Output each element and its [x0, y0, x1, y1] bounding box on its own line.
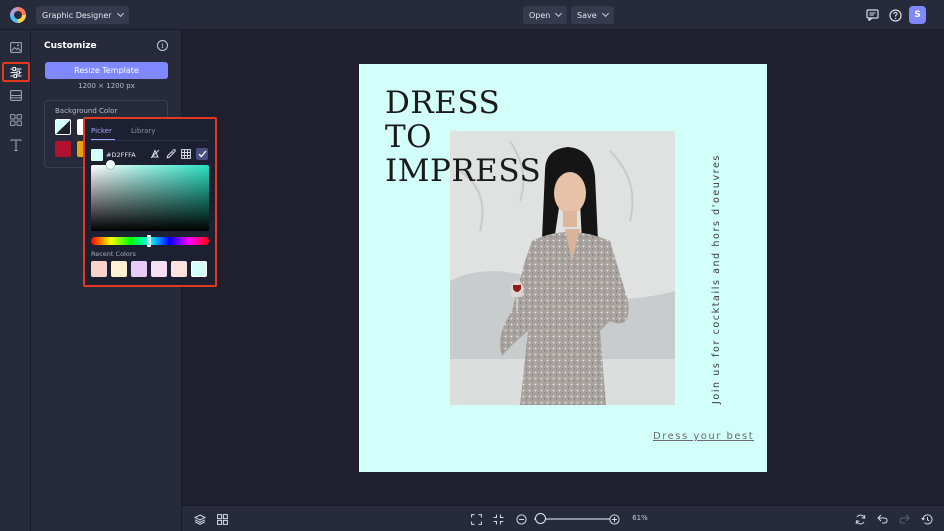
recent-colors-label: Recent Colors [91, 250, 136, 258]
recent-color-swatch[interactable] [91, 261, 107, 277]
recent-color-swatch[interactable] [131, 261, 147, 277]
open-label: Open [529, 10, 551, 20]
info-icon[interactable]: i [157, 40, 168, 51]
current-color-swatch[interactable] [55, 119, 71, 135]
elements-icon[interactable] [7, 111, 24, 128]
top-bar: Graphic Designer Open Save S [0, 0, 944, 30]
tab-picker[interactable]: Picker [91, 127, 112, 135]
tab-divider [91, 140, 209, 141]
workspace-label: Graphic Designer [42, 10, 112, 20]
chevron-down-icon [601, 9, 609, 18]
undo-icon[interactable] [874, 511, 890, 527]
avatar-initial: S [914, 10, 921, 20]
save-label: Save [577, 10, 597, 20]
text-icon[interactable] [7, 136, 24, 153]
tab-library[interactable]: Library [131, 127, 155, 135]
chevron-down-icon [116, 9, 124, 18]
hex-preview-swatch [91, 149, 103, 161]
cta-text[interactable]: Dress your best [653, 431, 754, 442]
app-logo[interactable] [10, 7, 26, 23]
chevron-down-icon [555, 9, 563, 18]
image-icon[interactable] [7, 39, 24, 56]
saturation-field[interactable] [91, 165, 209, 231]
zoom-percentage[interactable]: 61% [628, 514, 652, 522]
saturation-handle[interactable] [106, 160, 115, 169]
recent-color-swatch[interactable] [171, 261, 187, 277]
help-icon[interactable] [887, 7, 903, 23]
user-avatar[interactable]: S [909, 6, 926, 24]
headline-text[interactable]: DRESS TO IMPRESS [385, 86, 541, 188]
headline-line-1: DRESS [385, 85, 501, 121]
grid-icon[interactable] [180, 148, 192, 160]
grid-view-icon[interactable] [214, 511, 230, 527]
comments-icon[interactable] [864, 7, 880, 23]
hex-field[interactable]: #D2FFFA [91, 148, 141, 162]
zoom-in-icon[interactable] [606, 511, 622, 527]
panel-title: Customize [44, 41, 97, 51]
color-picker-popup: Picker Library #D2FFFA Recent Colors [83, 117, 217, 287]
actual-size-icon[interactable] [490, 511, 506, 527]
recent-color-swatch[interactable] [111, 261, 127, 277]
headline-line-2: TO [385, 119, 433, 155]
hue-handle[interactable] [147, 235, 151, 247]
eyedropper-icon[interactable] [165, 148, 177, 160]
fit-screen-icon[interactable] [468, 511, 484, 527]
headline-line-3: IMPRESS [385, 153, 542, 189]
open-dropdown[interactable]: Open [523, 6, 568, 24]
layers-icon[interactable] [192, 511, 208, 527]
save-dropdown[interactable]: Save [571, 6, 614, 24]
recent-color-swatch[interactable] [191, 261, 207, 277]
refresh-icon[interactable] [852, 511, 868, 527]
bottom-bar: 61% [182, 505, 944, 531]
active-tab-indicator [91, 139, 115, 140]
recent-color-swatch[interactable] [151, 261, 167, 277]
history-icon[interactable] [919, 511, 935, 527]
check-icon[interactable] [196, 148, 208, 160]
design-canvas[interactable]: DRESS TO IMPRESS Join us for cocktails a… [359, 64, 767, 472]
background-color-label: Background Color [55, 107, 118, 115]
zoom-out-icon[interactable] [513, 511, 529, 527]
left-rail [0, 30, 31, 531]
hex-value: #D2FFFA [106, 151, 136, 159]
redo-icon[interactable] [896, 511, 912, 527]
layout-icon[interactable] [7, 87, 24, 104]
tagline-text[interactable]: Join us for cocktails and hors d'oeuvres [711, 154, 722, 404]
color-swatch[interactable] [55, 141, 71, 157]
template-size: 1200 × 1200 px [78, 82, 135, 90]
workspace-dropdown[interactable]: Graphic Designer [36, 6, 129, 24]
zoom-slider-handle[interactable] [535, 513, 546, 524]
resize-template-button[interactable]: Resize Template [45, 62, 168, 79]
no-color-icon[interactable] [149, 148, 161, 160]
sliders-icon[interactable] [2, 62, 30, 82]
